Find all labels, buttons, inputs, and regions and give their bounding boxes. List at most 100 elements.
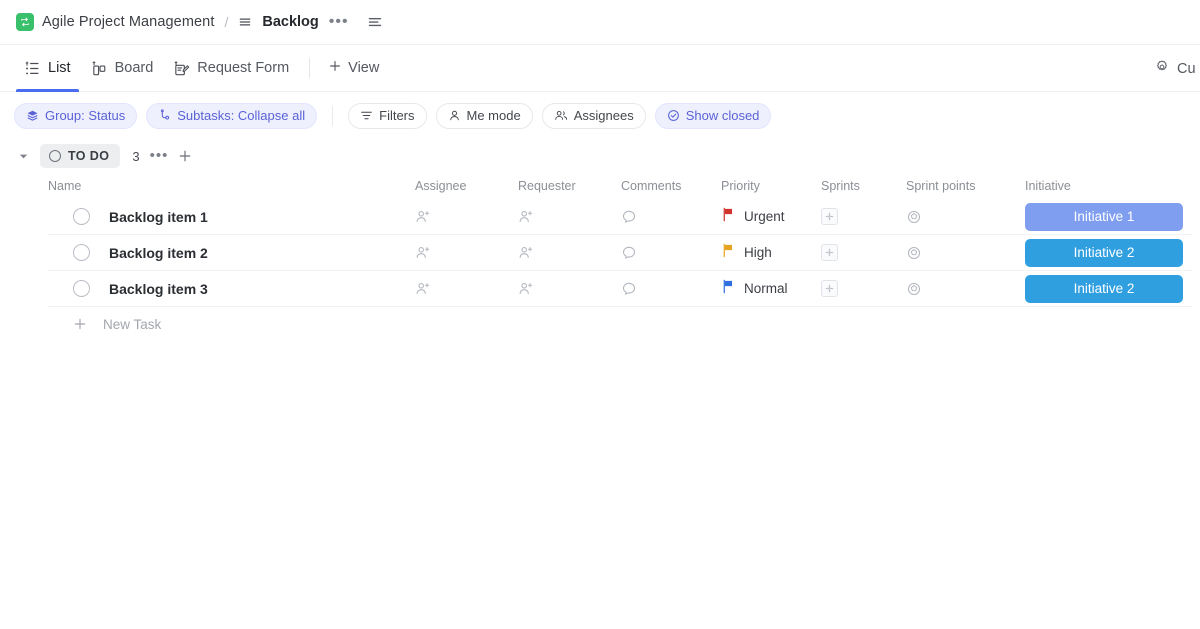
customize-button[interactable]: Cu bbox=[1150, 45, 1200, 92]
tab-list-label: List bbox=[48, 60, 71, 76]
tab-divider bbox=[309, 58, 311, 78]
chip-assignees-label: Assignees bbox=[573, 108, 634, 123]
check-circle-icon bbox=[667, 109, 680, 122]
new-task-label: New Task bbox=[103, 316, 162, 332]
task-table: Name Assignee Requester Comments Priorit… bbox=[0, 173, 1200, 341]
flag-icon[interactable] bbox=[721, 243, 735, 263]
task-name[interactable]: Backlog item 2 bbox=[109, 245, 208, 261]
people-icon bbox=[554, 109, 568, 122]
chip-assignees[interactable]: Assignees bbox=[541, 102, 646, 129]
view-tab-bar: List Board Request Form View Cu bbox=[0, 45, 1200, 92]
person-plus-icon[interactable] bbox=[518, 209, 534, 225]
pentagon-circle-icon[interactable] bbox=[906, 281, 922, 297]
plus-box-icon[interactable] bbox=[821, 208, 838, 225]
chip-me-mode[interactable]: Me mode bbox=[435, 102, 533, 129]
task-status-circle-icon[interactable] bbox=[73, 208, 90, 225]
new-task-button[interactable]: New Task bbox=[48, 307, 1192, 341]
table-row[interactable]: Backlog item 3 Normal Initiative 2 bbox=[48, 271, 1192, 307]
table-row[interactable]: Backlog item 2 High Initiative 2 bbox=[48, 235, 1192, 271]
plus-icon bbox=[73, 317, 87, 331]
status-badge-label: TO DO bbox=[68, 149, 110, 163]
list-lines-icon bbox=[238, 15, 252, 29]
column-header-assignee[interactable]: Assignee bbox=[415, 179, 518, 193]
chip-show-closed[interactable]: Show closed bbox=[654, 102, 772, 129]
person-plus-icon[interactable] bbox=[518, 281, 534, 297]
list-view-icon bbox=[24, 60, 41, 77]
person-plus-icon[interactable] bbox=[415, 209, 431, 225]
plus-icon bbox=[328, 59, 342, 77]
tab-request-form[interactable]: Request Form bbox=[163, 45, 299, 92]
person-plus-icon[interactable] bbox=[415, 281, 431, 297]
tab-board[interactable]: Board bbox=[81, 45, 164, 92]
breadcrumb-space-name[interactable]: Agile Project Management bbox=[42, 14, 214, 30]
add-view-button[interactable]: View bbox=[320, 59, 387, 77]
pentagon-circle-icon[interactable] bbox=[906, 245, 922, 261]
chip-filters[interactable]: Filters bbox=[348, 102, 427, 129]
column-header-initiative[interactable]: Initiative bbox=[1025, 179, 1187, 193]
comment-bubble-icon[interactable] bbox=[621, 281, 637, 297]
customize-label: Cu bbox=[1177, 60, 1196, 77]
tab-board-label: Board bbox=[114, 60, 154, 76]
flag-icon[interactable] bbox=[721, 207, 735, 227]
filter-icon bbox=[360, 109, 373, 122]
layers-icon bbox=[26, 109, 39, 122]
hamburger-icon[interactable] bbox=[367, 14, 383, 30]
chip-filters-label: Filters bbox=[379, 108, 415, 123]
initiative-badge[interactable]: Initiative 2 bbox=[1025, 274, 1183, 303]
column-header-sprints[interactable]: Sprints bbox=[821, 179, 906, 193]
column-header-sprint-points[interactable]: Sprint points bbox=[906, 179, 1025, 193]
task-status-circle-icon[interactable] bbox=[73, 244, 90, 261]
breadcrumb-bar: Agile Project Management / Backlog ••• bbox=[0, 0, 1200, 45]
table-header-row: Name Assignee Requester Comments Priorit… bbox=[48, 173, 1192, 199]
chip-subtasks-label: Subtasks: Collapse all bbox=[177, 108, 306, 123]
breadcrumb-list-name[interactable]: Backlog bbox=[262, 14, 318, 30]
table-row[interactable]: Backlog item 1 Urgent Initiative 1 bbox=[48, 199, 1192, 235]
priority-label: High bbox=[744, 245, 772, 260]
breadcrumb-separator: / bbox=[224, 14, 229, 30]
priority-label: Urgent bbox=[744, 209, 785, 224]
add-view-label: View bbox=[348, 60, 380, 76]
chip-subtasks[interactable]: Subtasks: Collapse all bbox=[146, 102, 318, 129]
subtask-icon bbox=[158, 109, 171, 122]
sync-arrows-icon bbox=[16, 13, 34, 31]
column-header-priority[interactable]: Priority bbox=[721, 179, 821, 193]
priority-label: Normal bbox=[744, 281, 788, 296]
task-status-circle-icon[interactable] bbox=[73, 280, 90, 297]
chip-group-status[interactable]: Group: Status bbox=[14, 102, 138, 129]
column-header-requester[interactable]: Requester bbox=[518, 179, 621, 193]
flag-icon[interactable] bbox=[721, 279, 735, 299]
gear-icon bbox=[1154, 59, 1170, 79]
chip-group-status-label: Group: Status bbox=[45, 108, 126, 123]
filter-divider bbox=[332, 105, 334, 126]
pentagon-circle-icon[interactable] bbox=[906, 209, 922, 225]
initiative-badge[interactable]: Initiative 2 bbox=[1025, 238, 1183, 267]
task-name[interactable]: Backlog item 1 bbox=[109, 209, 208, 225]
plus-box-icon[interactable] bbox=[821, 280, 838, 297]
chip-me-mode-label: Me mode bbox=[466, 108, 521, 123]
chip-show-closed-label: Show closed bbox=[685, 108, 760, 123]
task-name[interactable]: Backlog item 3 bbox=[109, 281, 208, 297]
caret-down-icon[interactable] bbox=[18, 151, 32, 162]
board-view-icon bbox=[91, 60, 108, 77]
column-header-name[interactable]: Name bbox=[48, 179, 415, 193]
column-header-comments[interactable]: Comments bbox=[621, 179, 721, 193]
comment-bubble-icon[interactable] bbox=[621, 209, 637, 225]
status-ring-icon bbox=[49, 150, 61, 162]
status-badge-todo[interactable]: TO DO bbox=[40, 144, 121, 168]
group-add-task-button[interactable] bbox=[178, 149, 192, 163]
group-more-button[interactable]: ••• bbox=[148, 148, 171, 163]
tab-request-form-label: Request Form bbox=[197, 60, 290, 76]
person-plus-icon[interactable] bbox=[415, 245, 431, 261]
comment-bubble-icon[interactable] bbox=[621, 245, 637, 261]
plus-box-icon[interactable] bbox=[821, 244, 838, 261]
initiative-badge[interactable]: Initiative 1 bbox=[1025, 202, 1183, 231]
breadcrumb-more-button[interactable]: ••• bbox=[327, 14, 351, 30]
group-task-count: 3 bbox=[132, 148, 140, 164]
filter-toolbar: Group: Status Subtasks: Collapse all Fil… bbox=[0, 92, 1200, 139]
person-icon bbox=[448, 109, 461, 122]
clickup-list-view: Agile Project Management / Backlog ••• L… bbox=[0, 0, 1200, 629]
group-header-todo: TO DO 3 ••• bbox=[0, 139, 1200, 173]
form-view-icon bbox=[173, 60, 190, 77]
tab-list[interactable]: List bbox=[14, 45, 81, 92]
person-plus-icon[interactable] bbox=[518, 245, 534, 261]
